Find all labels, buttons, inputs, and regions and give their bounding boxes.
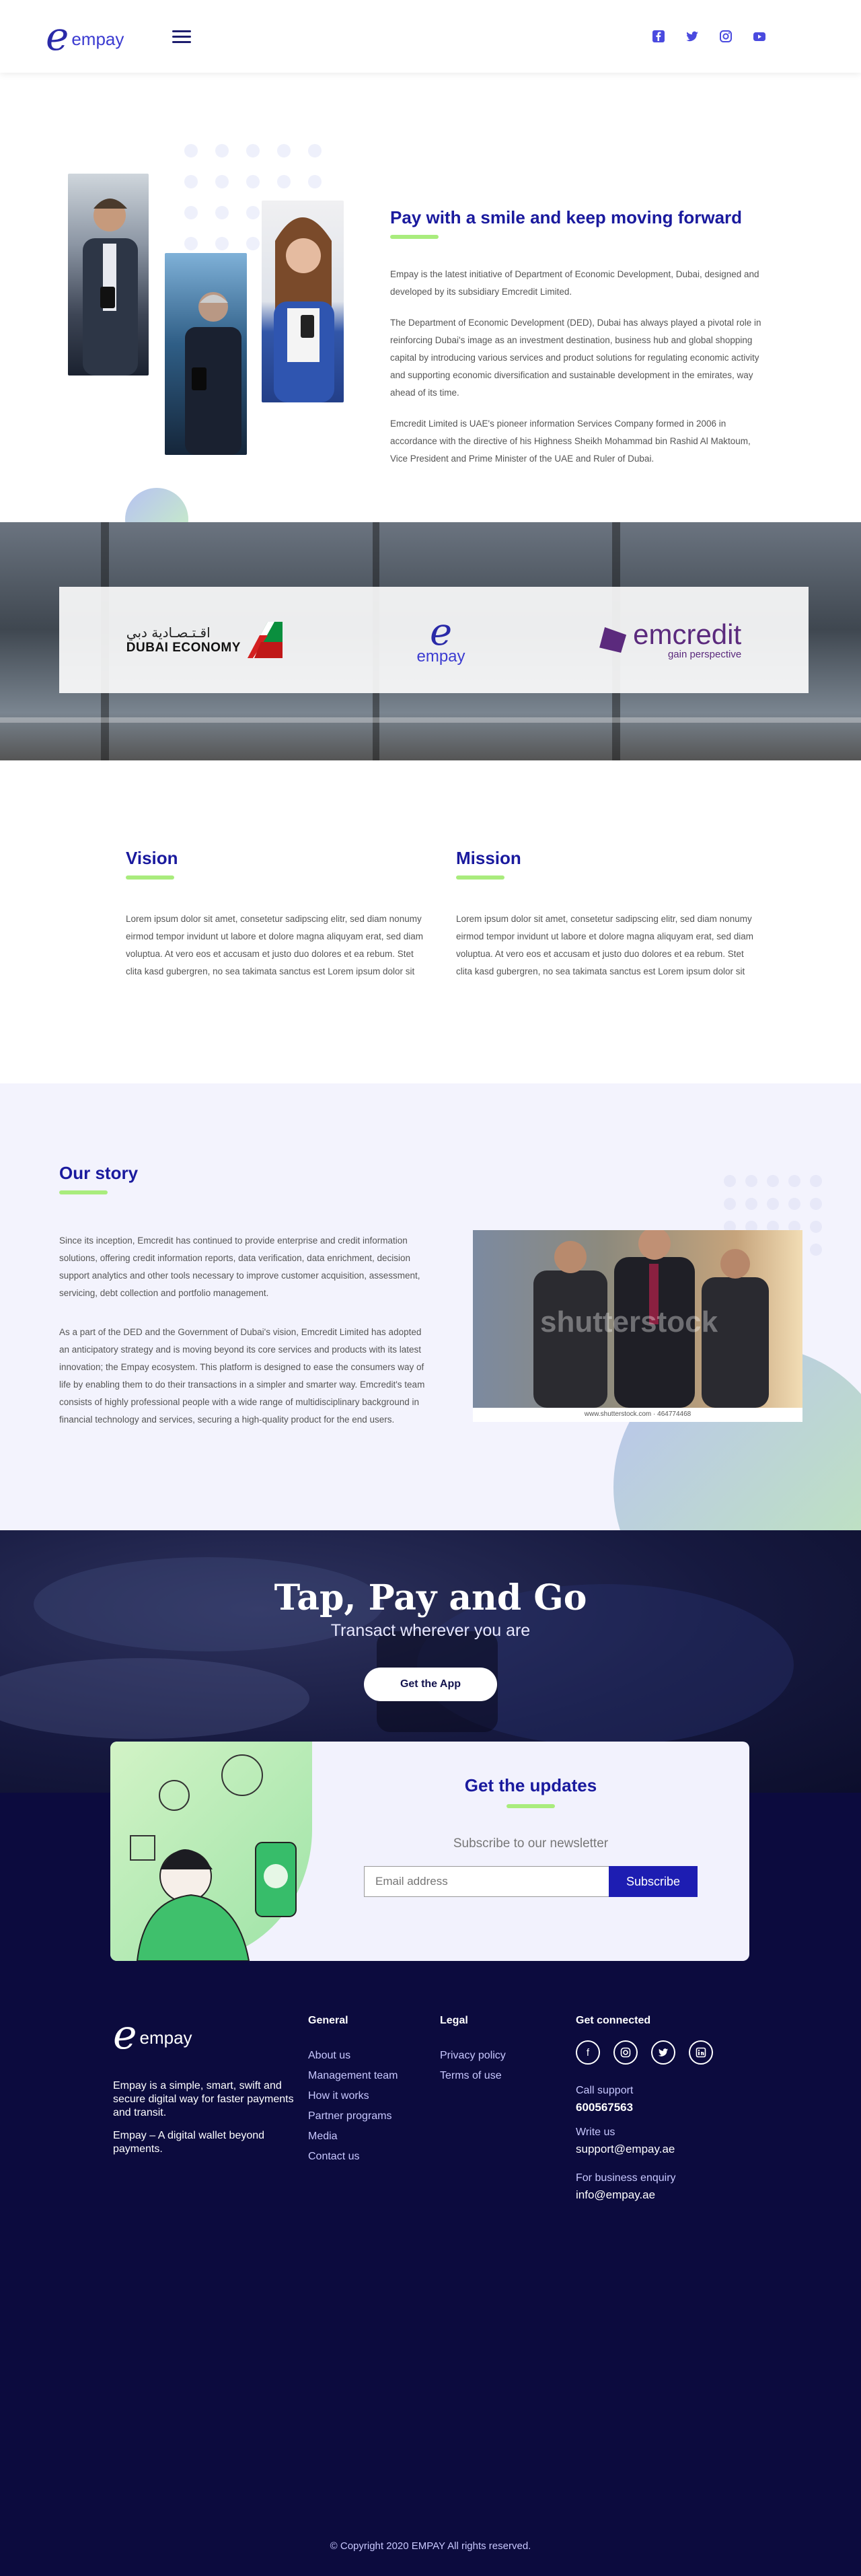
dubai-economy-arabic: اقـتـصـادية دبي [126, 624, 211, 641]
tap-title: Tap, Pay and Go [274, 1577, 587, 1618]
mission-title: Mission [456, 848, 521, 868]
dubai-economy-logo: اقـتـصـادية دبي DUBAI ECONOMY [126, 622, 283, 658]
header-socials [651, 29, 767, 44]
empay-wordmark: empay [416, 647, 465, 666]
vision-title: Vision [126, 848, 178, 868]
youtube-icon[interactable] [752, 29, 767, 44]
mission-block: Mission Lorem ipsum dolor sit amet, cons… [456, 848, 754, 1083]
facebook-icon[interactable]: f [576, 2040, 600, 2065]
get-app-button[interactable]: Get the App [364, 1668, 497, 1701]
story-paragraph: As a part of the DED and the Government … [59, 1327, 425, 1425]
emcredit-tagline: gain perspective [667, 648, 742, 660]
emcredit-mark-icon [599, 627, 627, 653]
empay-mark: e [429, 610, 453, 654]
logo-mark: e [46, 13, 69, 59]
footer-link-privacy[interactable]: Privacy policy [440, 2050, 576, 2062]
our-story-section: Our story Since its inception, Emcredit … [0, 1083, 861, 1530]
story-image: shutterstock www.shutterstock.com · 4647… [473, 1230, 802, 1422]
menu-icon[interactable] [172, 30, 192, 43]
newsletter-subtitle: Subscribe to our newsletter [453, 1836, 609, 1851]
footer-logo[interactable]: e empay [113, 2015, 308, 2055]
footer-tagline: Empay – A digital wallet beyond payments… [113, 2130, 265, 2155]
partners-section: اقـتـصـادية دبي DUBAI ECONOMY e empay em… [0, 522, 861, 760]
twitter-icon[interactable] [651, 2040, 675, 2065]
call-support-number[interactable]: 600567563 [576, 2101, 713, 2114]
partner-logos-strip: اقـتـصـادية دبي DUBAI ECONOMY e empay em… [59, 587, 809, 693]
footer-general: General About us Management team How it … [308, 2015, 440, 2202]
logo-text: empay [139, 2027, 192, 2048]
vision-block: Vision Lorem ipsum dolor sit amet, conse… [126, 848, 424, 1083]
vision-mission-section: Vision Lorem ipsum dolor sit amet, conse… [0, 760, 861, 1083]
emcredit-name: emcredit [633, 618, 742, 650]
newsletter-illustration [110, 1742, 312, 1961]
instagram-icon[interactable] [718, 29, 733, 44]
twitter-icon[interactable] [685, 29, 700, 44]
footer-link-contact[interactable]: Contact us [308, 2151, 440, 2163]
about-paragraph: The Department of Economic Development (… [390, 318, 761, 398]
footer-brand: e empay Empay is a simple, smart, swift … [113, 2015, 308, 2202]
title-underline [507, 1804, 555, 1808]
instagram-icon[interactable] [613, 2040, 638, 2065]
team-photo: shutterstock [473, 1230, 802, 1408]
footer-description: Empay is a simple, smart, swift and secu… [113, 2080, 294, 2118]
footer-socials: f [576, 2040, 713, 2065]
newsletter-footer-section: Get the updates Subscribe to our newslet… [0, 1742, 861, 2576]
business-email[interactable]: info@empay.ae [576, 2188, 713, 2202]
vision-text: Lorem ipsum dolor sit amet, consetetur s… [126, 914, 423, 976]
footer-link-terms[interactable]: Terms of use [440, 2070, 576, 2082]
title-underline [126, 875, 174, 880]
header-logo[interactable]: e empay [46, 13, 192, 59]
about-title: Pay with a smile and keep moving forward [390, 207, 743, 227]
subscribe-button[interactable]: Subscribe [609, 1866, 698, 1897]
mission-text: Lorem ipsum dolor sit amet, consetetur s… [456, 914, 753, 976]
footer-general-title: General [308, 2015, 348, 2026]
tap-subtitle: Transact wherever you are [330, 1621, 531, 1640]
newsletter-card: Get the updates Subscribe to our newslet… [110, 1742, 749, 1961]
image-caption: www.shutterstock.com · 464774468 [584, 1410, 691, 1418]
newsletter-title: Get the updates [464, 1775, 597, 1795]
about-paragraph: Emcredit Limited is UAE's pioneer inform… [390, 419, 751, 464]
footer-link-media[interactable]: Media [308, 2131, 440, 2143]
emcredit-logo: emcredit gain perspective [599, 620, 741, 660]
about-paragraph: Empay is the latest initiative of Depart… [390, 269, 759, 297]
logo-mark: e [113, 2011, 137, 2059]
title-underline [456, 875, 504, 880]
site-header: e empay [0, 0, 861, 73]
write-us-label: Write us [576, 2126, 615, 2138]
story-content: Our story Since its inception, Emcredit … [59, 1163, 431, 1429]
business-enquiry-label: For business enquiry [576, 2172, 676, 2184]
footer-link-management[interactable]: Management team [308, 2070, 440, 2082]
copyright: © Copyright 2020 EMPAY All rights reserv… [330, 2540, 531, 2552]
footer-connect: Get connected f Call support 600567563 W… [576, 2015, 713, 2202]
dubai-economy-english: DUBAI ECONOMY [126, 641, 241, 655]
call-support-label: Call support [576, 2085, 634, 2096]
story-title: Our story [59, 1163, 139, 1183]
footer-legal: Legal Privacy policy Terms of use [440, 2015, 576, 2202]
uae-flag-icon [247, 622, 283, 658]
photo-man-phone [68, 174, 149, 375]
photo-businessman-city [165, 253, 247, 455]
linkedin-icon[interactable] [689, 2040, 713, 2065]
footer-link-about[interactable]: About us [308, 2050, 440, 2062]
title-underline [390, 235, 439, 239]
footer-legal-title: Legal [440, 2015, 468, 2026]
facebook-icon[interactable] [651, 29, 666, 44]
footer-link-partners[interactable]: Partner programs [308, 2110, 440, 2122]
site-footer: e empay Empay is a simple, smart, swift … [113, 2015, 786, 2202]
about-content: Pay with a smile and keep moving forward… [390, 207, 767, 468]
photo-woman-phone [262, 201, 344, 402]
about-section: Pay with a smile and keep moving forward… [0, 73, 861, 551]
footer-link-how-it-works[interactable]: How it works [308, 2090, 440, 2102]
support-email[interactable]: support@empay.ae [576, 2143, 713, 2156]
email-input[interactable] [364, 1866, 609, 1897]
empay-partner-logo: e empay [416, 614, 465, 666]
image-watermark: shutterstock [540, 1305, 718, 1338]
story-paragraph: Since its inception, Emcredit has contin… [59, 1236, 420, 1298]
title-underline [59, 1190, 108, 1194]
newsletter-form: Subscribe [312, 1866, 749, 1897]
footer-connect-title: Get connected [576, 2015, 651, 2026]
logo-text: empay [71, 28, 124, 49]
